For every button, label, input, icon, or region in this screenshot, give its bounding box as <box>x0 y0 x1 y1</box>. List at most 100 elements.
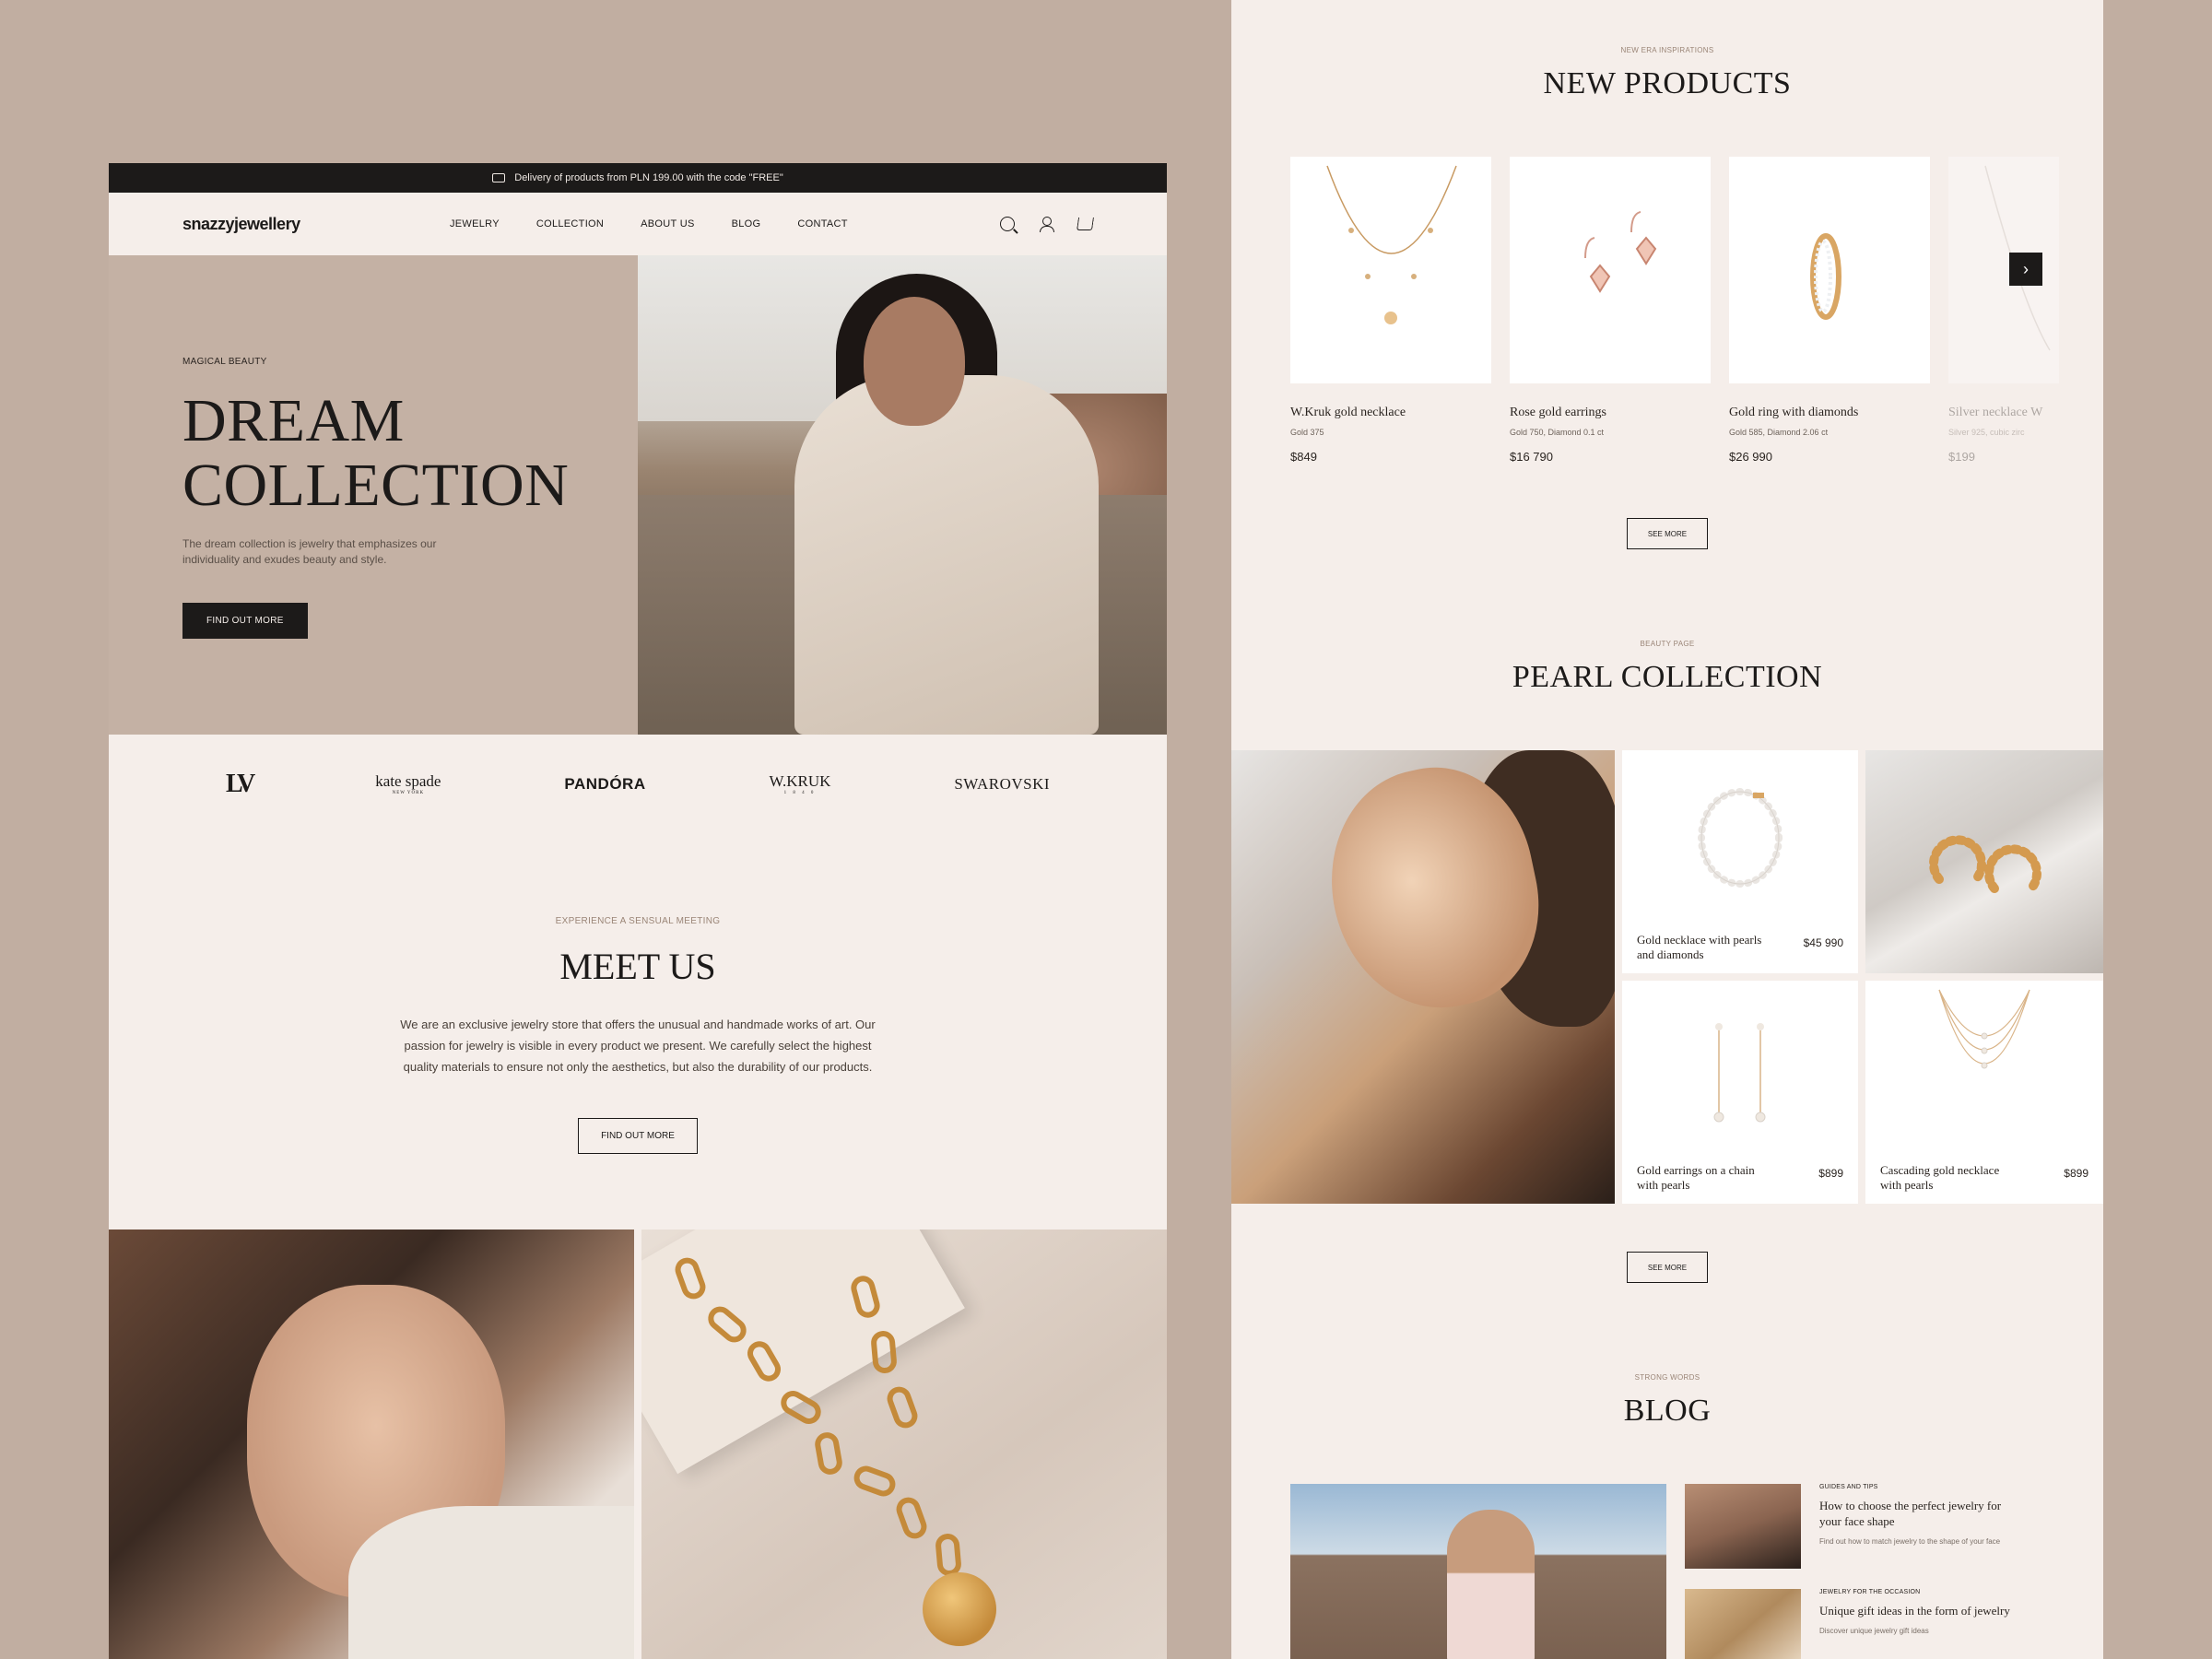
user-account-icon[interactable] <box>1039 216 1054 232</box>
main-navigation: snazzyjewellery JEWELRY COLLECTION ABOUT… <box>109 193 1167 255</box>
woman-portrait-photo <box>109 1230 634 1659</box>
gold-pendant <box>923 1572 996 1646</box>
pearl-product-name: Cascading gold necklace with pearls <box>1880 1163 2000 1192</box>
product-price: $849 <box>1290 450 1317 464</box>
wkruk-logo[interactable]: W.KRUK 1 8 4 0 <box>770 772 831 795</box>
product-price: $16 790 <box>1510 450 1553 464</box>
pearl-product-price: $899 <box>1818 1167 1843 1180</box>
necklace-illustration <box>1326 165 1457 324</box>
pearl-earrings-illustration <box>1929 835 2041 893</box>
product-image <box>1510 157 1711 383</box>
product-name: Gold ring with diamonds <box>1729 406 1859 419</box>
nav-item-collection[interactable]: COLLECTION <box>536 218 604 229</box>
meet-us-text: We are an exclusive jewelry store that o… <box>400 1018 876 1074</box>
shopping-cart-icon[interactable] <box>1077 218 1094 230</box>
homepage-panel: Delivery of products from PLN 199.00 wit… <box>109 163 1167 1659</box>
nav-item-jewelry[interactable]: JEWELRY <box>450 218 500 229</box>
hero-title-line1: DREAM <box>182 387 405 454</box>
product-spec: Gold 585, Diamond 2.06 ct <box>1729 428 1829 437</box>
blog-post-thumbnail <box>1685 1484 1801 1569</box>
product-card[interactable]: Rose gold earrings Gold 750, Diamond 0.1… <box>1510 157 1711 464</box>
meet-us-find-out-more-button[interactable]: FIND OUT MORE <box>578 1118 698 1154</box>
blog-post-item[interactable]: JEWELRY FOR THE OCCASION Unique gift ide… <box>1685 1589 2072 1659</box>
gold-chain-photo <box>641 1230 1167 1659</box>
collections-panel: NEW ERA INSPIRATIONS NEW PRODUCTS W.Kruk… <box>1231 0 2103 1659</box>
product-spec: Gold 375 <box>1290 428 1324 437</box>
nav-item-contact[interactable]: CONTACT <box>797 218 847 229</box>
blog-featured-photo[interactable] <box>1290 1484 1666 1659</box>
blog-title: BLOG <box>1623 1394 1712 1428</box>
product-name: Rose gold earrings <box>1510 406 1606 419</box>
meet-us-title: MEET US <box>559 946 716 987</box>
earrings-illustration <box>1584 211 1657 293</box>
pearl-product-price: $899 <box>2064 1167 2088 1180</box>
pearl-necklace-illustration <box>1698 788 1783 888</box>
hero-model-photo <box>638 255 1167 735</box>
blog-post-title: Unique gift ideas in the form of jewelry <box>1819 1604 2010 1618</box>
product-image <box>1729 157 1930 383</box>
new-products-see-more-button[interactable]: SEE MORE <box>1627 518 1708 549</box>
site-logo[interactable]: snazzyjewellery <box>182 215 300 234</box>
product-spec: Silver 925, cubic zirc <box>1948 428 2025 437</box>
new-products-title: NEW PRODUCTS <box>1543 66 1792 100</box>
promo-bar: Delivery of products from PLN 199.00 wit… <box>109 163 1167 193</box>
hero-eyebrow: MAGICAL BEAUTY <box>182 357 267 367</box>
product-image <box>1290 157 1491 383</box>
new-products-kicker: NEW ERA INSPIRATIONS <box>1620 46 1714 54</box>
nav-item-blog[interactable]: BLOG <box>732 218 761 229</box>
blog-post-category: GUIDES AND TIPS <box>1819 1484 1878 1490</box>
pearl-product-card[interactable]: Gold earrings on a chain with pearls $89… <box>1622 981 1858 1204</box>
pearl-drop-earrings-illustration <box>1713 1023 1766 1123</box>
pandora-logo[interactable]: PANDÓRA <box>564 775 645 794</box>
hero-title: DREAM COLLECTION <box>182 389 638 518</box>
pearl-product-price: $45 990 <box>1803 936 1843 949</box>
blog-post-thumbnail <box>1685 1589 1801 1659</box>
carousel-next-button[interactable]: › <box>2009 253 2042 286</box>
promo-text: Delivery of products from PLN 199.00 wit… <box>514 172 783 183</box>
product-image <box>1948 157 2059 383</box>
product-card[interactable]: Gold ring with diamonds Gold 585, Diamon… <box>1729 157 1930 464</box>
nav-icons <box>1000 193 1094 255</box>
product-card[interactable]: W.Kruk gold necklace Gold 375 $849 <box>1290 157 1491 464</box>
hero-description: The dream collection is jewelry that emp… <box>182 537 437 566</box>
lifestyle-gallery <box>109 1230 1167 1659</box>
louis-vuitton-logo[interactable]: LV <box>226 770 255 799</box>
pearl-model-photo <box>1231 750 1615 1204</box>
hero-find-out-more-button[interactable]: FIND OUT MORE <box>182 603 308 639</box>
wkruk-sub: 1 8 4 0 <box>783 791 817 795</box>
kate-spade-name: kate spade <box>375 772 441 790</box>
pearl-title: PEARL COLLECTION <box>1512 660 1823 694</box>
pearl-kicker: BEAUTY PAGE <box>1640 640 1695 648</box>
blog-post-title: How to choose the perfect jewelry for yo… <box>1819 1499 2002 1528</box>
blog-post-excerpt: Find out how to match jewelry to the sha… <box>1819 1537 2001 1546</box>
product-price: $199 <box>1948 450 1975 464</box>
brand-logos: LV kate spade NEW YORK PANDÓRA W.KRUK 1 … <box>109 735 1167 833</box>
wkruk-name: W.KRUK <box>769 772 831 790</box>
kate-spade-logo[interactable]: kate spade NEW YORK <box>375 772 441 795</box>
silver-necklace-illustration <box>1984 165 2051 351</box>
pearl-product-card[interactable]: Cascading gold necklace with pearls $899 <box>1865 981 2103 1204</box>
ring-illustration <box>1810 233 1841 320</box>
product-name: Silver necklace W <box>1948 406 2043 419</box>
swarovski-logo[interactable]: SWAROVSKI <box>954 775 1050 794</box>
blog-post-item[interactable]: GUIDES AND TIPS How to choose the perfec… <box>1685 1484 2072 1569</box>
nav-menu: JEWELRY COLLECTION ABOUT US BLOG CONTACT <box>450 193 848 255</box>
delivery-truck-icon <box>492 173 506 182</box>
blog-kicker: STRONG WORDS <box>1634 1373 1700 1382</box>
search-icon[interactable] <box>1000 217 1015 231</box>
product-carousel: W.Kruk gold necklace Gold 375 $849 Rose … <box>1290 157 2059 464</box>
pearl-earrings-photo <box>1865 750 2103 973</box>
hero-title-line2: COLLECTION <box>182 452 570 519</box>
blog-post-excerpt: Discover unique jewelry gift ideas <box>1819 1627 1929 1635</box>
pearl-product-name: Gold earrings on a chain with pearls <box>1637 1163 1755 1192</box>
hero-text-block: MAGICAL BEAUTY DREAM COLLECTION The drea… <box>109 255 638 735</box>
meet-us-kicker: EXPERIENCE A SENSUAL MEETING <box>555 916 721 926</box>
pearl-collection-grid: Gold necklace with pearls and diamonds $… <box>1231 750 2103 1204</box>
pearl-see-more-button[interactable]: SEE MORE <box>1627 1252 1708 1283</box>
pearl-product-card[interactable]: Gold necklace with pearls and diamonds $… <box>1622 750 1858 973</box>
nav-item-about-us[interactable]: ABOUT US <box>641 218 694 229</box>
blog-post-category: JEWELRY FOR THE OCCASION <box>1819 1589 1921 1595</box>
hero-section: MAGICAL BEAUTY DREAM COLLECTION The drea… <box>109 255 1167 735</box>
product-spec: Gold 750, Diamond 0.1 ct <box>1510 428 1605 437</box>
product-card[interactable]: Silver necklace W Silver 925, cubic zirc… <box>1948 157 2059 464</box>
